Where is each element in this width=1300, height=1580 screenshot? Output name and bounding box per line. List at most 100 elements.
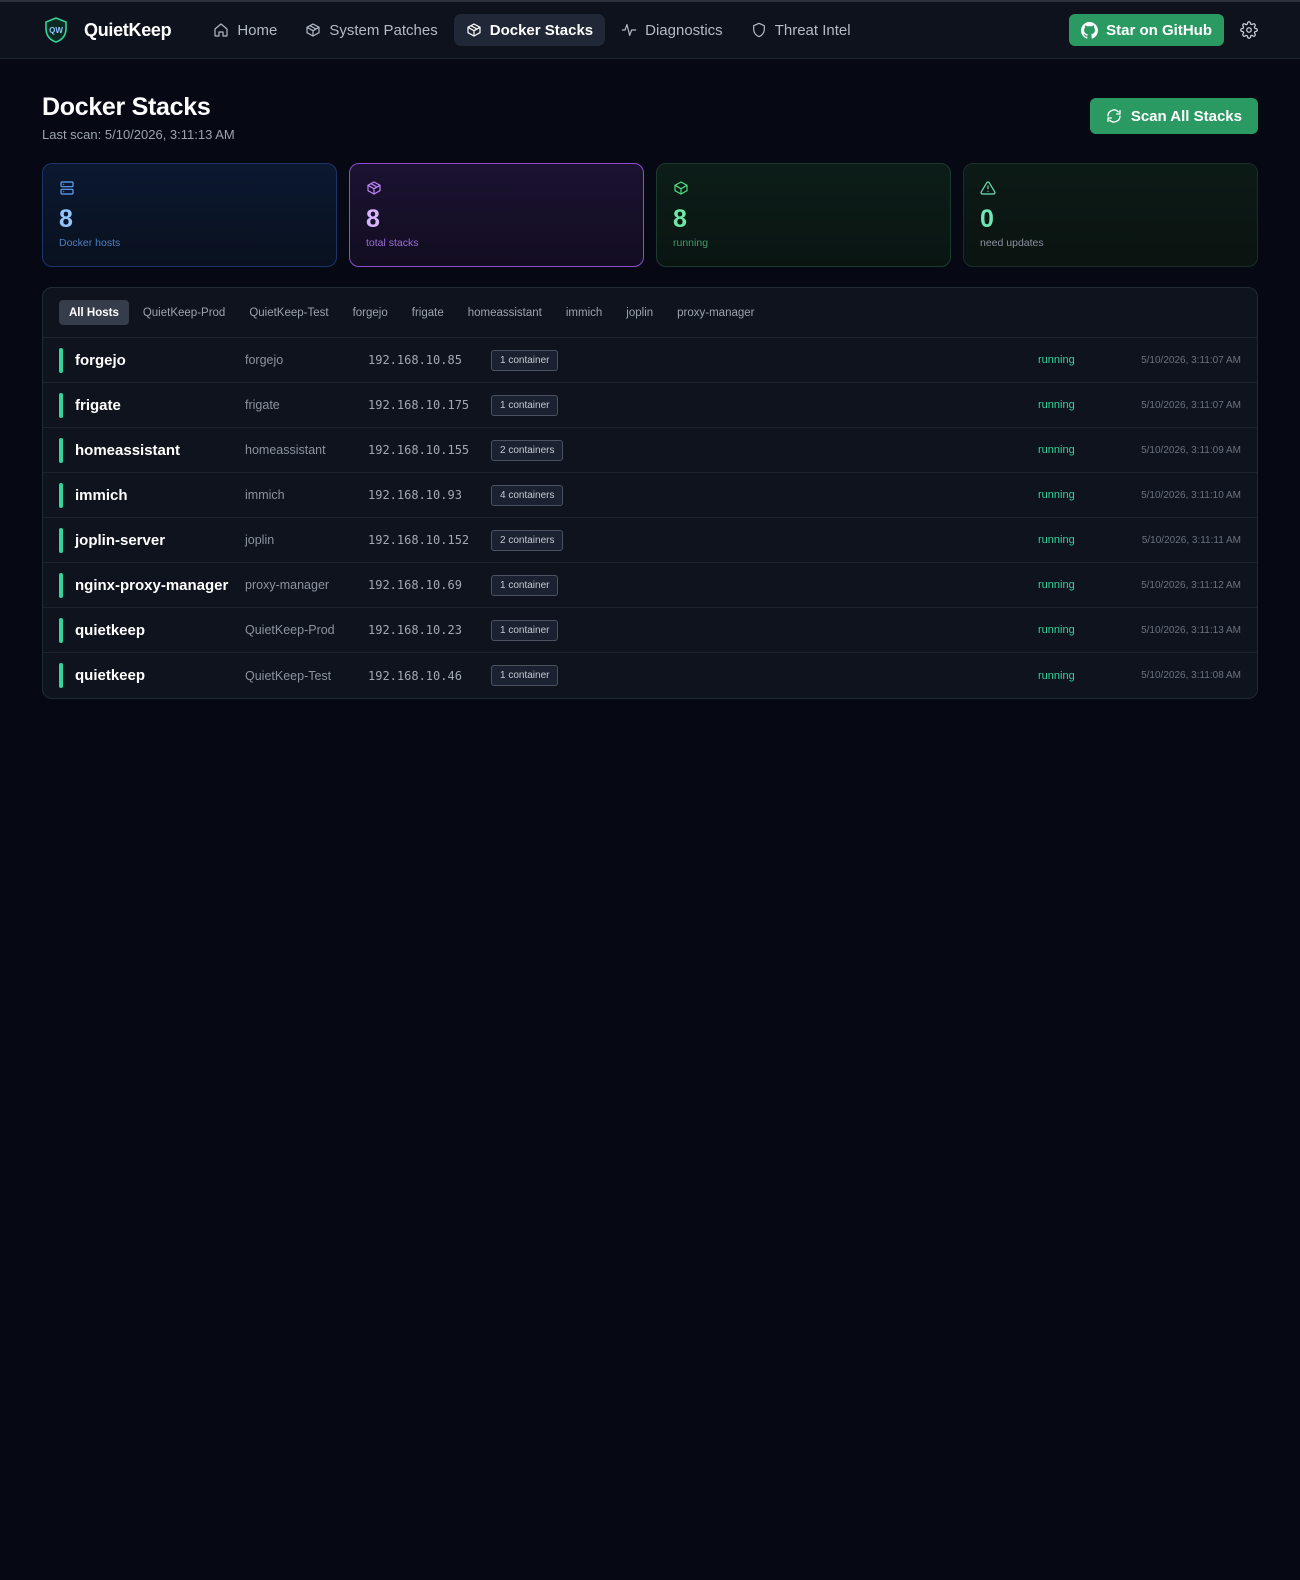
stack-ip: 192.168.10.23	[368, 623, 462, 637]
stack-host: QuietKeep-Test	[245, 668, 332, 683]
stack-row[interactable]: immich immich 192.168.10.93 4 containers…	[43, 473, 1257, 518]
stat-label: running	[673, 236, 709, 249]
stack-timestamp: 5/10/2026, 3:11:11 AM	[1141, 534, 1241, 546]
status-text: running	[1038, 399, 1075, 411]
stack-ip: 192.168.10.46	[368, 668, 462, 683]
status-text: running	[1038, 579, 1075, 591]
stack-host: frigate	[245, 398, 280, 412]
filter-immich[interactable]: immich	[556, 300, 612, 325]
box-icon	[674, 181, 688, 195]
stack-host: immich	[245, 488, 285, 502]
stat-value: 0	[980, 205, 994, 233]
status-indicator-bar	[59, 617, 63, 643]
activity-icon	[621, 24, 637, 36]
container-count-badge: 1 container	[491, 394, 559, 416]
stack-row[interactable]: quietkeep QuietKeep-Test 192.168.10.46 1…	[43, 653, 1257, 698]
stack-name: homeassistant	[75, 441, 181, 459]
status-text: running	[1038, 624, 1075, 636]
stack-ip: 192.168.10.69	[368, 578, 462, 592]
stack-timestamp: 5/10/2026, 3:11:13 AM	[1141, 624, 1241, 636]
stack-ip: 192.168.10.152	[368, 533, 470, 547]
brand[interactable]: QW QuietKeep	[42, 16, 172, 44]
stack-timestamp: 5/10/2026, 3:11:09 AM	[1141, 444, 1241, 456]
stack-row[interactable]: frigate frigate 192.168.10.175 1 contain…	[43, 383, 1257, 428]
filter-homeassistant[interactable]: homeassistant	[458, 300, 552, 325]
container-count-badge: 2 containers	[491, 439, 564, 461]
filter-quietkeep-test[interactable]: QuietKeep-Test	[239, 300, 338, 325]
stack-name: joplin-server	[75, 531, 166, 549]
stack-timestamp: 5/10/2026, 3:11:12 AM	[1141, 579, 1241, 591]
nav-label: Docker Stacks	[489, 21, 594, 39]
stat-label: Docker hosts	[59, 236, 121, 249]
stacks-panel: All Hosts QuietKeep-Prod QuietKeep-Test …	[42, 287, 1258, 699]
stack-name: quietkeep	[75, 667, 146, 684]
stack-row[interactable]: nginx-proxy-manager proxy-manager 192.16…	[43, 563, 1257, 608]
svg-text:QW: QW	[49, 26, 63, 35]
stat-label: need updates	[980, 236, 1044, 249]
app-name: QuietKeep	[84, 19, 172, 40]
filter-quietkeep-prod[interactable]: QuietKeep-Prod	[133, 300, 235, 325]
container-count-badge: 2 containers	[491, 529, 564, 551]
nav-label: Threat Intel	[774, 21, 851, 39]
stack-timestamp: 5/10/2026, 3:11:10 AM	[1141, 489, 1241, 501]
main-nav: Home System Patches Docker Stacks Diagno…	[201, 14, 862, 46]
stack-timestamp: 5/10/2026, 3:11:07 AM	[1141, 399, 1241, 411]
stat-card-docker-hosts: 8 Docker hosts	[42, 163, 337, 267]
top-navbar: QW QuietKeep Home System Patches Docker …	[0, 2, 1300, 59]
nav-item-home[interactable]: Home	[201, 14, 289, 46]
stack-timestamp: 5/10/2026, 3:11:08 AM	[1141, 670, 1241, 681]
filter-forgejo[interactable]: forgejo	[343, 300, 398, 325]
github-button-label: Star on GitHub	[1106, 21, 1212, 39]
refresh-icon	[1107, 109, 1121, 123]
filter-frigate[interactable]: frigate	[402, 300, 454, 325]
stack-host: forgejo	[245, 353, 284, 367]
status-indicator-bar	[59, 482, 63, 508]
stack-ip: 192.168.10.93	[368, 488, 462, 502]
package-icon	[306, 23, 320, 37]
status-indicator-bar	[59, 663, 63, 688]
stack-row[interactable]: forgejo forgejo 192.168.10.85 1 containe…	[43, 338, 1257, 383]
stats-row: 8 Docker hosts 8 total stacks 8 running …	[42, 163, 1258, 267]
stat-card-running: 8 running	[656, 163, 951, 267]
nav-label: Home	[237, 21, 278, 39]
stat-value: 8	[673, 205, 687, 233]
stack-ip: 192.168.10.175	[368, 398, 470, 412]
filter-joplin[interactable]: joplin	[616, 300, 663, 325]
status-indicator-bar	[59, 392, 63, 418]
gear-icon[interactable]	[1240, 21, 1258, 39]
status-text: running	[1038, 354, 1075, 366]
nav-item-threat-intel[interactable]: Threat Intel	[739, 14, 863, 46]
filter-proxy-manager[interactable]: proxy-manager	[667, 300, 764, 325]
last-scan-time: Last scan: 5/10/2026, 3:11:13 AM	[42, 127, 235, 142]
nav-item-diagnostics[interactable]: Diagnostics	[609, 14, 735, 46]
stack-host: QuietKeep-Prod	[245, 623, 335, 637]
stack-row[interactable]: joplin-server joplin 192.168.10.152 2 co…	[43, 518, 1257, 563]
stack-name: nginx-proxy-manager	[75, 576, 229, 594]
stack-host: joplin	[245, 533, 275, 547]
star-on-github-button[interactable]: Star on GitHub	[1069, 14, 1224, 46]
scan-all-stacks-button[interactable]: Scan All Stacks	[1089, 98, 1258, 134]
server-icon	[60, 181, 74, 195]
scan-button-label: Scan All Stacks	[1130, 107, 1242, 125]
nav-item-system-patches[interactable]: System Patches	[293, 14, 449, 46]
status-indicator-bar	[59, 572, 63, 598]
stat-card-need-updates: 0 need updates	[963, 163, 1258, 267]
shield-icon	[752, 22, 765, 38]
stat-label: total stacks	[366, 236, 419, 249]
nav-item-docker-stacks[interactable]: Docker Stacks	[453, 14, 606, 46]
stack-ip: 192.168.10.155	[368, 443, 470, 457]
page-header: Docker Stacks Last scan: 5/10/2026, 3:11…	[42, 59, 1258, 142]
stack-row[interactable]: quietkeep QuietKeep-Prod 192.168.10.23 1…	[43, 608, 1257, 653]
stack-host: homeassistant	[245, 443, 326, 457]
stack-timestamp: 5/10/2026, 3:11:07 AM	[1141, 354, 1241, 366]
status-indicator-bar	[59, 437, 63, 463]
container-count-badge: 4 containers	[491, 484, 564, 506]
alert-triangle-icon	[980, 181, 996, 195]
stack-name: immich	[75, 486, 128, 504]
stack-ip: 192.168.10.85	[368, 353, 462, 367]
stack-name: frigate	[75, 396, 121, 414]
host-filter-tabs: All Hosts QuietKeep-Prod QuietKeep-Test …	[43, 288, 1257, 338]
filter-all-hosts[interactable]: All Hosts	[59, 300, 129, 325]
stack-host: proxy-manager	[245, 578, 330, 592]
stack-row[interactable]: homeassistant homeassistant 192.168.10.1…	[43, 428, 1257, 473]
